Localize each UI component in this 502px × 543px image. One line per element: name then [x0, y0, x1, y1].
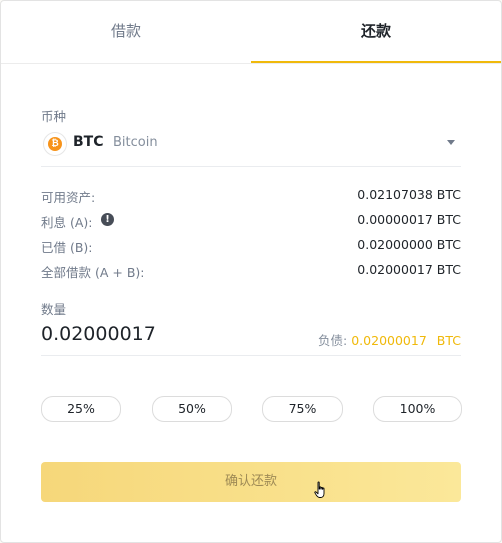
- tab-bar: 借款 还款: [1, 1, 501, 64]
- amount-field: 负债: 0.02000017 BTC: [41, 319, 461, 356]
- amount-input[interactable]: [41, 323, 291, 345]
- info-row-borrowed: 已借 (B): 0.02000000 BTC: [41, 237, 461, 255]
- bitcoin-icon: ₿: [43, 132, 67, 156]
- available-label: 可用资产:: [41, 190, 96, 205]
- coin-select[interactable]: ₿ BTC Bitcoin: [41, 130, 461, 167]
- tab-repay[interactable]: 还款: [251, 1, 501, 61]
- bitcoin-icon-glyph: ₿: [48, 137, 62, 151]
- borrowed-label: 已借 (B):: [41, 240, 93, 255]
- active-tab-indicator: [251, 61, 501, 63]
- coin-symbol: BTC: [73, 134, 104, 150]
- tab-borrow[interactable]: 借款: [1, 1, 251, 61]
- debt-label: 负债:: [318, 333, 348, 348]
- hand-cursor-icon: [314, 481, 325, 498]
- interest-value: 0.00000017 BTC: [357, 212, 461, 227]
- percent-100-button[interactable]: 100%: [373, 396, 462, 422]
- chevron-down-icon[interactable]: [447, 140, 455, 145]
- percent-75-button[interactable]: 75%: [262, 396, 343, 422]
- interest-label: 利息 (A):: [41, 215, 93, 230]
- confirm-repay-button[interactable]: 确认还款: [41, 462, 461, 502]
- amount-label: 数量: [41, 302, 67, 317]
- available-value: 0.02107038 BTC: [357, 187, 461, 202]
- total-label: 全部借款 (A + B):: [41, 265, 145, 280]
- coin-label: 币种: [41, 109, 67, 124]
- debt-value[interactable]: 0.02000017: [351, 333, 427, 348]
- coin-name: Bitcoin: [113, 135, 158, 150]
- info-row-total: 全部借款 (A + B): 0.02000017 BTC: [41, 262, 461, 280]
- repay-panel: 借款 还款 币种 ₿ BTC Bitcoin 可用资产: 0.02107038 …: [0, 0, 502, 543]
- info-row-interest: 利息 (A): ! 0.00000017 BTC: [41, 212, 461, 230]
- info-icon[interactable]: !: [101, 213, 114, 226]
- debt-unit: BTC: [436, 333, 461, 348]
- info-row-available: 可用资产: 0.02107038 BTC: [41, 187, 461, 205]
- percent-50-button[interactable]: 50%: [152, 396, 232, 422]
- total-value: 0.02000017 BTC: [357, 262, 461, 277]
- debt-info: 负债: 0.02000017 BTC: [318, 330, 461, 349]
- percent-25-button[interactable]: 25%: [41, 396, 121, 422]
- borrowed-value: 0.02000000 BTC: [357, 237, 461, 252]
